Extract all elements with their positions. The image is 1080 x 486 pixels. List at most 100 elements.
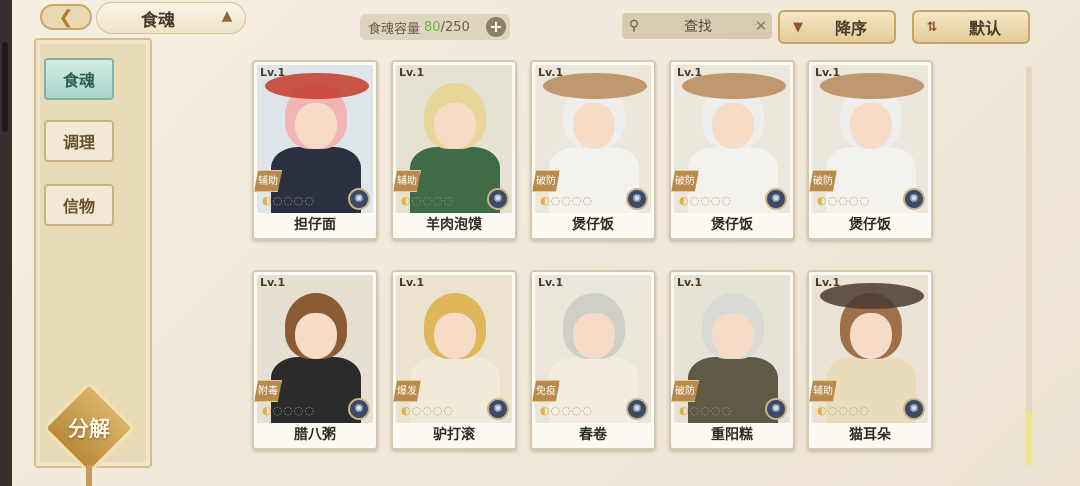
sort-order-button[interactable]: ▼ 降序 — [778, 10, 896, 44]
triangle-down-icon: ▼ — [793, 19, 803, 35]
device-edge — [0, 0, 12, 486]
food-soul-name: 煲仔饭 — [711, 217, 753, 233]
role-badge: 破防 — [671, 380, 699, 402]
character-face — [850, 103, 892, 149]
character-face — [295, 103, 337, 149]
food-soul-card[interactable]: Lv.1 破防 ◐◌◌◌◌ ✺ 重阳糕 — [669, 270, 795, 450]
character-face — [712, 313, 754, 359]
role-badge: 破防 — [671, 170, 699, 192]
element-icon: ✺ — [903, 398, 925, 420]
food-soul-card[interactable]: Lv.1 辅助 ◐◌◌◌◌ ✺ 担仔面 — [252, 60, 378, 240]
food-soul-card[interactable]: Lv.1 破防 ◐◌◌◌◌ ✺ 煲仔饭 — [669, 60, 795, 240]
food-soul-card[interactable]: Lv.1 爆发 ◐◌◌◌◌ ✺ 驴打滚 — [391, 270, 517, 450]
scrollbar-thumb[interactable] — [1026, 410, 1032, 466]
element-icon: ✺ — [903, 188, 925, 210]
character-face — [712, 103, 754, 149]
character-face — [295, 313, 337, 359]
scrollbar-track[interactable] — [1026, 66, 1032, 466]
character-face — [434, 313, 476, 359]
level-label: Lv.1 — [677, 66, 703, 79]
level-label: Lv.1 — [399, 66, 425, 79]
capacity-current: 80 — [424, 19, 441, 35]
character-face — [434, 103, 476, 149]
role-badge: 辅助 — [809, 380, 837, 402]
food-soul-name: 羊肉泡馍 — [426, 217, 482, 233]
decompose-label[interactable]: 分解 — [56, 410, 122, 446]
capacity-display: 食魂容量 80 /250 + — [360, 14, 510, 40]
chevron-left-icon: ❮ — [58, 6, 74, 28]
level-label: Lv.1 — [260, 276, 286, 289]
star-rating: ◐◌◌◌◌ — [540, 194, 594, 207]
star-rating: ◐◌◌◌◌ — [401, 194, 455, 207]
sort-order-label: 降序 — [834, 19, 867, 38]
element-icon: ✺ — [626, 188, 648, 210]
element-icon: ✺ — [626, 398, 648, 420]
level-label: Lv.1 — [538, 66, 564, 79]
element-icon: ✺ — [487, 188, 509, 210]
hat-emblem-icon: ▲ — [221, 8, 233, 24]
tab-label: 信物 — [62, 197, 95, 216]
page-title-text: 食魂 — [141, 10, 175, 31]
food-soul-name: 重阳糕 — [711, 427, 753, 443]
element-icon: ✺ — [487, 398, 509, 420]
food-soul-name: 猫耳朵 — [849, 427, 891, 443]
food-soul-card[interactable]: Lv.1 辅助 ◐◌◌◌◌ ✺ 猫耳朵 — [807, 270, 933, 450]
search-icon: ⚲ — [628, 18, 640, 34]
food-soul-card[interactable]: Lv.1 附毒 ◐◌◌◌◌ ✺ 腊八粥 — [252, 270, 378, 450]
food-soul-name: 春卷 — [579, 427, 607, 443]
food-soul-name: 煲仔饭 — [572, 217, 614, 233]
character-face — [850, 313, 892, 359]
food-soul-card[interactable]: Lv.1 破防 ◐◌◌◌◌ ✺ 煲仔饭 — [807, 60, 933, 240]
star-rating: ◐◌◌◌◌ — [679, 404, 733, 417]
role-badge: 爆发 — [393, 380, 421, 402]
character-face — [573, 313, 615, 359]
element-icon: ✺ — [348, 188, 370, 210]
role-badge: 辅助 — [393, 170, 421, 192]
character-face — [573, 103, 615, 149]
star-rating: ◐◌◌◌◌ — [817, 404, 871, 417]
level-label: Lv.1 — [677, 276, 703, 289]
add-capacity-button[interactable]: + — [486, 17, 506, 37]
sort-mode-label: 默认 — [968, 19, 1001, 38]
role-badge: 破防 — [809, 170, 837, 192]
food-soul-name: 腊八粥 — [294, 427, 336, 443]
food-soul-card[interactable]: Lv.1 免疫 ◐◌◌◌◌ ✺ 春卷 — [530, 270, 656, 450]
food-soul-card[interactable]: Lv.1 破防 ◐◌◌◌◌ ✺ 煲仔饭 — [530, 60, 656, 240]
star-rating: ◐◌◌◌◌ — [262, 404, 316, 417]
level-label: Lv.1 — [399, 276, 425, 289]
star-rating: ◐◌◌◌◌ — [262, 194, 316, 207]
search-bar[interactable]: ⚲ 查找 ✕ — [622, 13, 772, 39]
role-badge: 附毒 — [254, 380, 282, 402]
sort-mode-button[interactable]: ⇅ 默认 — [912, 10, 1030, 44]
level-label: Lv.1 — [815, 276, 841, 289]
tassel-decoration — [86, 465, 92, 486]
tab-label: 食魂 — [62, 71, 95, 90]
tab-tokens[interactable]: 信物 — [44, 184, 114, 226]
role-badge: 免疫 — [532, 380, 560, 402]
side-panel: 食魂 调理 信物 分解 — [34, 38, 152, 486]
star-rating: ◐◌◌◌◌ — [401, 404, 455, 417]
back-button[interactable]: ❮ — [40, 4, 92, 30]
food-soul-name: 煲仔饭 — [849, 217, 891, 233]
capacity-total: /250 — [440, 19, 470, 35]
tab-label: 调理 — [62, 133, 95, 152]
level-label: Lv.1 — [815, 66, 841, 79]
star-rating: ◐◌◌◌◌ — [817, 194, 871, 207]
level-label: Lv.1 — [538, 276, 564, 289]
search-label: 查找 — [684, 19, 712, 35]
role-badge: 辅助 — [254, 170, 282, 192]
sort-arrows-icon: ⇅ — [926, 19, 938, 35]
capacity-label: 食魂容量 — [368, 21, 421, 37]
clear-search-icon[interactable]: ✕ — [750, 17, 772, 35]
star-rating: ◐◌◌◌◌ — [679, 194, 733, 207]
element-icon: ✺ — [765, 398, 787, 420]
role-badge: 破防 — [532, 170, 560, 192]
tab-food-souls[interactable]: 食魂 — [44, 58, 114, 100]
element-icon: ✺ — [765, 188, 787, 210]
food-soul-name: 担仔面 — [294, 217, 336, 233]
star-rating: ◐◌◌◌◌ — [540, 404, 594, 417]
tab-conditioning[interactable]: 调理 — [44, 120, 114, 162]
device-notch — [2, 42, 8, 132]
food-soul-card[interactable]: Lv.1 辅助 ◐◌◌◌◌ ✺ 羊肉泡馍 — [391, 60, 517, 240]
food-soul-name: 驴打滚 — [433, 427, 475, 443]
